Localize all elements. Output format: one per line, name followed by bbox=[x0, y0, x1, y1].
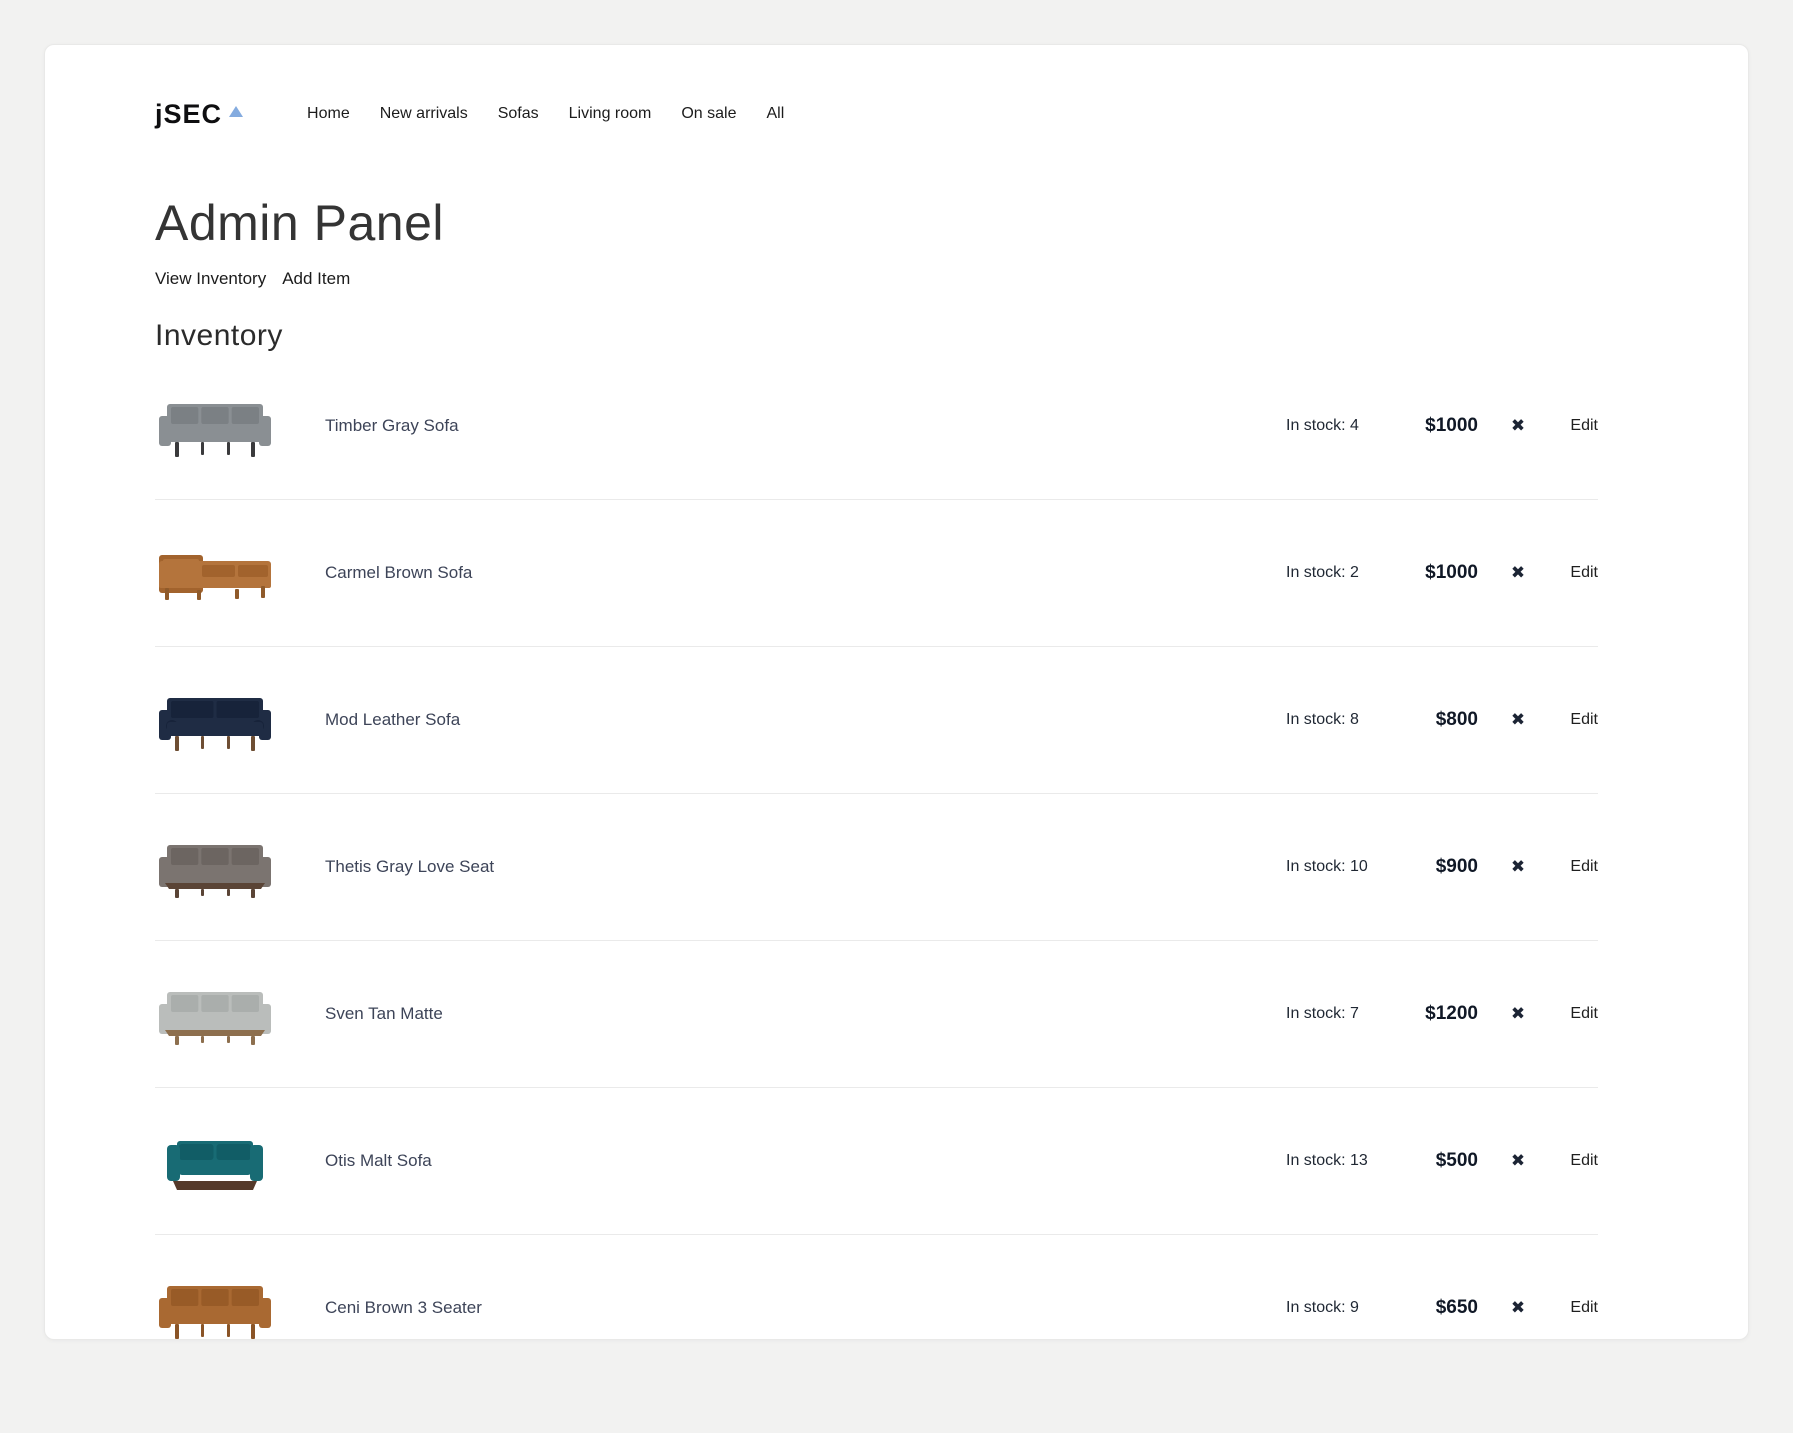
delete-item-button[interactable]: ✖ bbox=[1505, 855, 1531, 879]
stock-count: In stock: 10 bbox=[1286, 858, 1406, 876]
product-price: $1000 bbox=[1406, 415, 1478, 437]
delete-item-button[interactable]: ✖ bbox=[1505, 561, 1531, 585]
product-thumbnail bbox=[155, 982, 325, 1046]
product-name: Ceni Brown 3 Seater bbox=[325, 1298, 1286, 1318]
x-icon: ✖ bbox=[1511, 563, 1525, 583]
product-thumbnail bbox=[155, 1129, 325, 1193]
nav-item-new-arrivals[interactable]: New arrivals bbox=[380, 97, 468, 131]
product-thumbnail bbox=[155, 541, 325, 605]
product-name: Timber Gray Sofa bbox=[325, 416, 1286, 436]
nav-item-all[interactable]: All bbox=[767, 97, 785, 131]
stock-count: In stock: 13 bbox=[1286, 1152, 1406, 1170]
edit-link[interactable]: Edit bbox=[1570, 1299, 1598, 1316]
page-title: Admin Panel bbox=[155, 195, 1598, 251]
product-thumbnail bbox=[155, 1276, 325, 1340]
inventory-row: Mod Leather Sofa In stock: 8 $800 ✖ Edit bbox=[155, 647, 1598, 794]
product-name: Carmel Brown Sofa bbox=[325, 563, 1286, 583]
admin-links: View Inventory Add Item bbox=[155, 267, 1598, 291]
stock-count: In stock: 7 bbox=[1286, 1005, 1406, 1023]
delete-item-button[interactable]: ✖ bbox=[1505, 1149, 1531, 1173]
delete-item-button[interactable]: ✖ bbox=[1505, 1002, 1531, 1026]
product-price: $500 bbox=[1406, 1150, 1478, 1172]
main-nav: Home New arrivals Sofas Living room On sale A… bbox=[307, 97, 784, 131]
edit-link[interactable]: Edit bbox=[1570, 711, 1598, 728]
inventory-row: Thetis Gray Love Seat In stock: 10 $900 … bbox=[155, 794, 1598, 941]
edit-link[interactable]: Edit bbox=[1570, 417, 1598, 434]
stock-count: In stock: 2 bbox=[1286, 564, 1406, 582]
main-card: jSEC Home New arrivals Sofas Living room On … bbox=[44, 44, 1749, 1340]
x-icon: ✖ bbox=[1511, 857, 1525, 877]
product-name: Otis Malt Sofa bbox=[325, 1151, 1286, 1171]
inventory-row: Ceni Brown 3 Seater In stock: 9 $650 ✖ E… bbox=[155, 1235, 1598, 1340]
x-icon: ✖ bbox=[1511, 1151, 1525, 1171]
admin-link-view-inventory[interactable]: View Inventory bbox=[155, 267, 266, 291]
inventory-row: Sven Tan Matte In stock: 7 $1200 ✖ Edit bbox=[155, 941, 1598, 1088]
edit-link[interactable]: Edit bbox=[1570, 1005, 1598, 1022]
x-icon: ✖ bbox=[1511, 1004, 1525, 1024]
nav-item-on-sale[interactable]: On sale bbox=[681, 97, 736, 131]
x-icon: ✖ bbox=[1511, 1298, 1525, 1318]
stock-count: In stock: 9 bbox=[1286, 1299, 1406, 1317]
x-icon: ✖ bbox=[1511, 710, 1525, 730]
delete-item-button[interactable]: ✖ bbox=[1505, 708, 1531, 732]
product-thumbnail bbox=[155, 688, 325, 752]
logo-triangle-icon bbox=[229, 106, 243, 117]
site-logo[interactable]: jSEC bbox=[155, 97, 243, 131]
inventory-list: Timber Gray Sofa In stock: 4 $1000 ✖ Edi… bbox=[155, 353, 1598, 1340]
delete-item-button[interactable]: ✖ bbox=[1505, 414, 1531, 438]
product-price: $900 bbox=[1406, 856, 1478, 878]
nav-item-living-room[interactable]: Living room bbox=[569, 97, 652, 131]
product-price: $1000 bbox=[1406, 562, 1478, 584]
inventory-row: Timber Gray Sofa In stock: 4 $1000 ✖ Edi… bbox=[155, 353, 1598, 500]
inventory-heading: Inventory bbox=[155, 319, 1598, 353]
product-name: Thetis Gray Love Seat bbox=[325, 857, 1286, 877]
product-price: $800 bbox=[1406, 709, 1478, 731]
stock-count: In stock: 8 bbox=[1286, 711, 1406, 729]
site-header: jSEC Home New arrivals Sofas Living room On … bbox=[155, 97, 1598, 131]
inventory-row: Carmel Brown Sofa In stock: 2 $1000 ✖ Ed… bbox=[155, 500, 1598, 647]
logo-text: jSEC bbox=[155, 97, 222, 131]
edit-link[interactable]: Edit bbox=[1570, 1152, 1598, 1169]
nav-item-home[interactable]: Home bbox=[307, 97, 350, 131]
product-thumbnail bbox=[155, 394, 325, 458]
product-name: Mod Leather Sofa bbox=[325, 710, 1286, 730]
edit-link[interactable]: Edit bbox=[1570, 858, 1598, 875]
product-price: $650 bbox=[1406, 1297, 1478, 1319]
stock-count: In stock: 4 bbox=[1286, 417, 1406, 435]
product-name: Sven Tan Matte bbox=[325, 1004, 1286, 1024]
delete-item-button[interactable]: ✖ bbox=[1505, 1296, 1531, 1320]
admin-link-add-item[interactable]: Add Item bbox=[282, 267, 350, 291]
edit-link[interactable]: Edit bbox=[1570, 564, 1598, 581]
nav-item-sofas[interactable]: Sofas bbox=[498, 97, 539, 131]
inventory-row: Otis Malt Sofa In stock: 13 $500 ✖ Edit bbox=[155, 1088, 1598, 1235]
product-thumbnail bbox=[155, 835, 325, 899]
product-price: $1200 bbox=[1406, 1003, 1478, 1025]
x-icon: ✖ bbox=[1511, 416, 1525, 436]
